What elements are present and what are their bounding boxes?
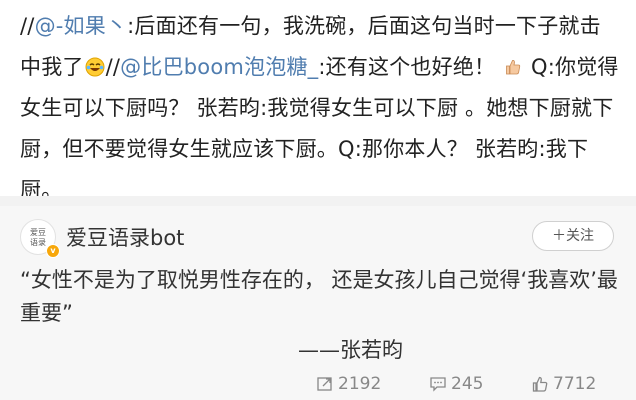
thumbs-up-icon — [532, 376, 548, 392]
quote-signature: ——张若昀 — [298, 338, 403, 362]
verified-badge-icon: v — [46, 244, 60, 258]
repost-card[interactable]: 爱豆 语录 v 爱豆语录bot ＋关注 “女性不是为了取悦男性存在的， 还是女孩… — [0, 206, 636, 400]
thumbs-up-emoji-icon — [503, 50, 523, 75]
username[interactable]: 爱豆语录bot — [66, 222, 184, 252]
follow-button[interactable]: ＋关注 — [532, 221, 614, 251]
comment-stat[interactable]: 245 — [429, 374, 483, 394]
comment-count: 245 — [451, 374, 484, 394]
like-stat[interactable]: 7712 — [531, 374, 596, 394]
laughing-crying-emoji-icon — [85, 50, 105, 77]
post-content: //@-如果丶:后面还有一句，我洗碗，后面这句当时一下子就击中我了//@比巴bo… — [0, 0, 636, 202]
post-text: //@-如果丶:后面还有一句，我洗碗，后面这句当时一下子就击中我了//@比巴bo… — [20, 6, 620, 211]
mention-link-1[interactable]: @-如果丶 — [35, 14, 128, 38]
avatar-text-line-1: 爱豆 — [30, 228, 46, 237]
post-text-segment-2: :还有这个也好绝！ — [318, 55, 496, 79]
repost-icon — [317, 377, 332, 391]
repost-count: 2192 — [338, 374, 382, 394]
comment-icon — [430, 377, 446, 392]
mention-link-2[interactable]: @比巴boom泡泡糖_ — [120, 55, 318, 79]
quote-text: “女性不是为了取悦男性存在的， 还是女孩儿自己觉得‘我喜欢’最重要” — [20, 268, 618, 325]
repost-separator: // — [105, 55, 121, 79]
section-divider — [0, 196, 636, 206]
repost-stat[interactable]: 2192 — [316, 374, 381, 394]
repost-prefix: // — [20, 14, 35, 38]
like-count: 7712 — [553, 374, 597, 394]
